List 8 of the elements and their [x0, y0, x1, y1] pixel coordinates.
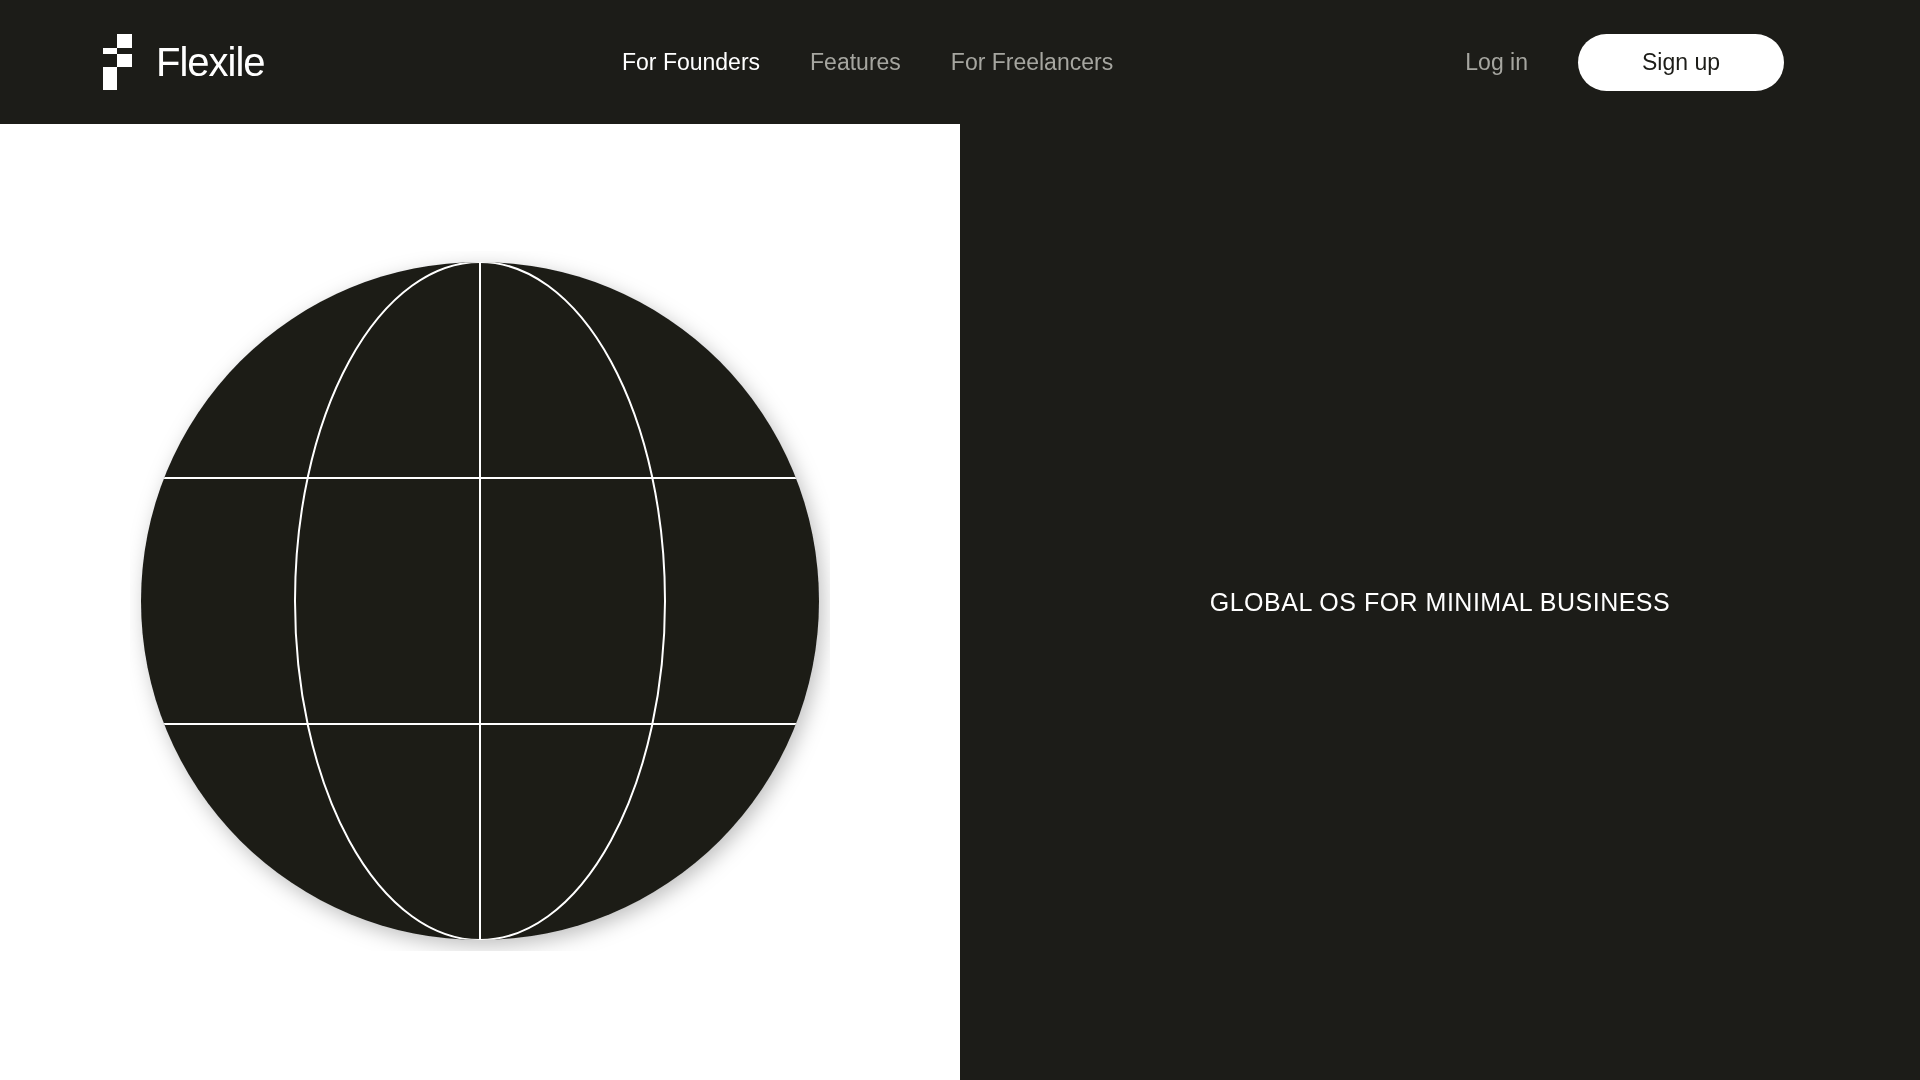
nav-link[interactable]: For Freelancers — [950, 48, 1114, 76]
signup-button[interactable]: Sign up — [1578, 33, 1784, 91]
login-link[interactable]: Log in — [1465, 48, 1528, 76]
logo-icon — [103, 34, 132, 90]
nav-link[interactable]: Features — [810, 48, 901, 76]
tagline: GLOBAL OS FOR MINIMAL BUSINESS — [1209, 587, 1671, 617]
nav-link[interactable]: For Founders — [622, 48, 761, 76]
brand-name[interactable]: Flexile — [156, 39, 265, 85]
